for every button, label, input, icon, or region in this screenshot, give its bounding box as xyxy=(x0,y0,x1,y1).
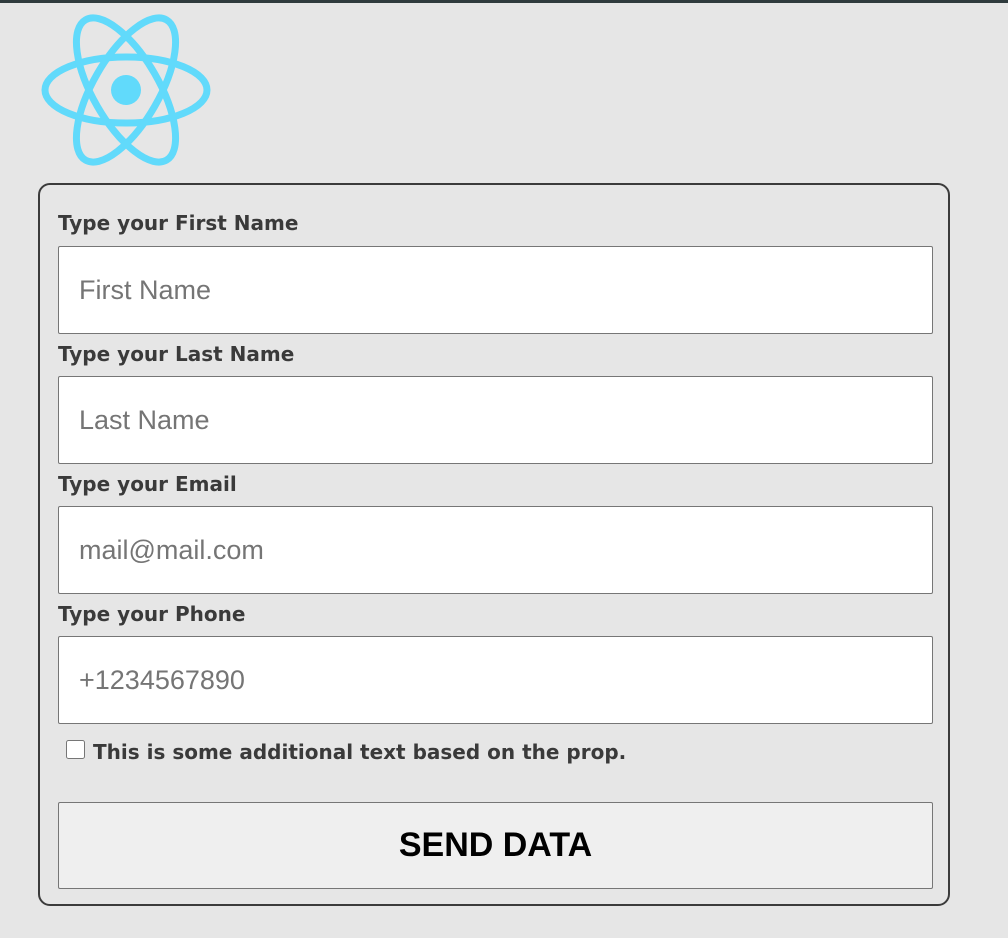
react-atom-icon xyxy=(41,14,211,166)
first-name-label: Type your First Name xyxy=(58,211,299,235)
additional-checkbox-label[interactable]: This is some additional text based on th… xyxy=(93,740,626,764)
last-name-input[interactable] xyxy=(58,376,933,464)
phone-label: Type your Phone xyxy=(58,602,246,626)
last-name-label: Type your Last Name xyxy=(58,342,295,366)
phone-input[interactable] xyxy=(58,636,933,724)
top-bar xyxy=(0,0,1008,3)
send-data-button[interactable]: SEND DATA xyxy=(58,802,933,889)
email-input[interactable] xyxy=(58,506,933,594)
additional-checkbox[interactable] xyxy=(66,740,85,759)
first-name-input[interactable] xyxy=(58,246,933,334)
email-label: Type your Email xyxy=(58,472,237,496)
